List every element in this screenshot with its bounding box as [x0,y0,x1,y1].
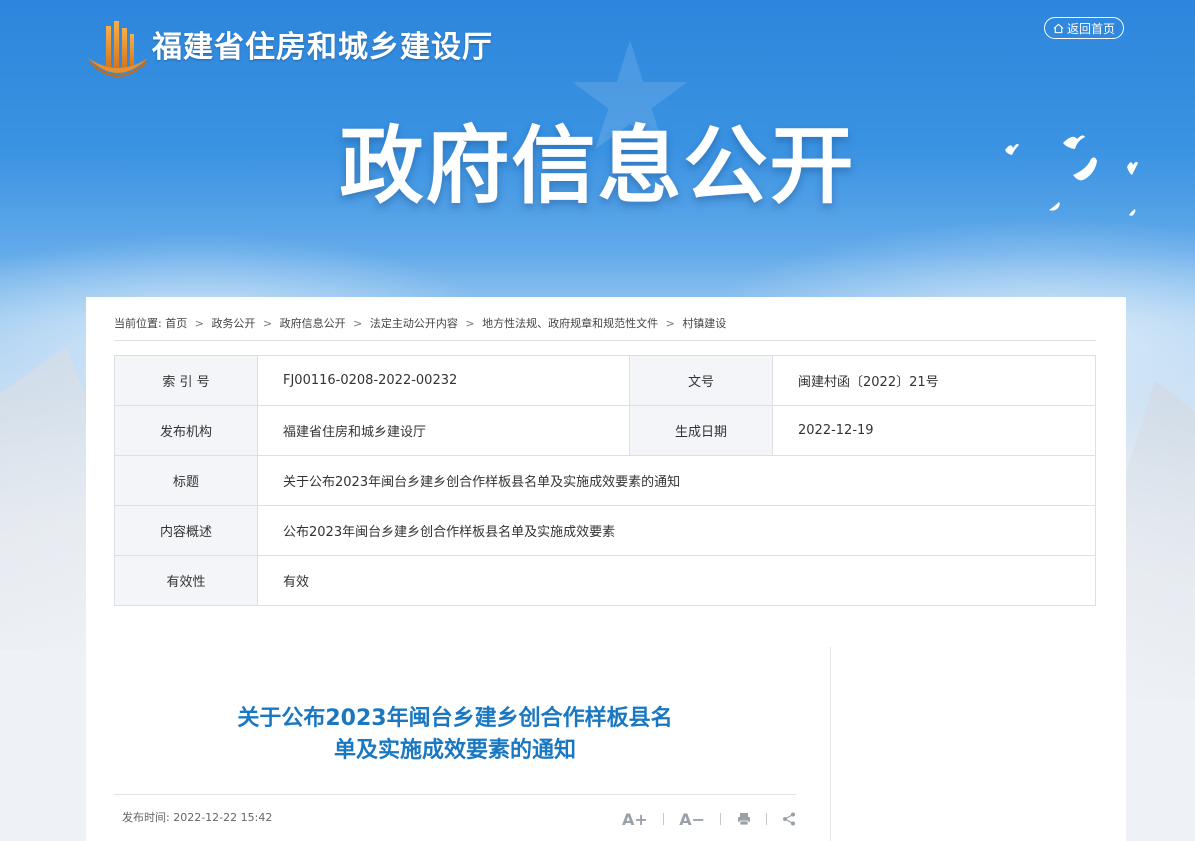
date-value: 2022-12-19 [772,405,1096,456]
doves-decoration-icon [1005,135,1138,216]
index-value: FJ00116-0208-2022-00232 [257,355,630,406]
font-increase-button[interactable]: A+ [622,810,648,829]
tool-separator [765,813,767,825]
breadcrumb-gov-affairs[interactable]: 政务公开 [211,317,255,330]
breadcrumb-separator: > [262,317,273,330]
doc-number-value: 闽建村函〔2022〕21号 [772,355,1096,406]
validity-label: 有效性 [114,555,258,606]
publish-time-label: 发布时间: [122,811,170,824]
breadcrumb-separator: > [665,317,675,330]
breadcrumb-gov-info[interactable]: 政府信息公开 [280,317,346,330]
document-info-table: 索 引 号 FJ00116-0208-2022-00232 文号 闽建村函〔20… [114,355,1096,606]
info-row-validity: 有效性 有效 [114,555,1096,606]
content-card: 当前位置: 首页 > 政务公开 > 政府信息公开 > 法定主动公开内容 > 地方… [86,297,1126,841]
tool-separator [720,813,722,825]
breadcrumb-separator: > [353,317,363,330]
article-title-line1: 关于公布2023年闽台乡建乡创合作样板县名 [237,706,673,731]
info-row-summary: 内容概述 公布2023年闽台乡建乡创合作样板县名单及实施成效要素 [114,505,1096,556]
info-row-index: 索 引 号 FJ00116-0208-2022-00232 文号 闽建村函〔20… [114,355,1096,406]
home-button-label: 返回首页 [1066,21,1115,36]
breadcrumb-separator: > [465,317,475,330]
breadcrumb-separator: > [194,317,204,330]
info-row-title: 标题 关于公布2023年闽台乡建乡创合作样板县名单及实施成效要素的通知 [114,455,1096,506]
publish-time: 发布时间: 2022-12-22 15:42 [122,809,272,825]
site-name: 福建省住房和城乡建设厅 [152,30,493,65]
doc-number-label: 文号 [629,355,773,406]
share-icon [783,812,795,826]
publisher-label: 发布机构 [114,405,258,456]
share-button[interactable] [782,812,796,826]
info-row-publisher: 发布机构 福建省住房和城乡建设厅 生成日期 2022-12-19 [114,405,1096,456]
title-label: 标题 [114,455,258,506]
validity-value: 有效 [257,555,1096,606]
index-label: 索 引 号 [114,355,258,406]
article-divider [114,794,796,795]
print-icon [737,813,750,826]
summary-value: 公布2023年闽台乡建乡创合作样板县名单及实施成效要素 [257,505,1096,556]
site-logo-icon[interactable] [86,18,150,82]
breadcrumb-home[interactable]: 首页 [165,317,187,330]
breadcrumb-prefix: 当前位置: [114,317,162,330]
article-tools: A+ A− [622,807,796,831]
publish-time-value: 2022-12-22 15:42 [173,811,273,824]
article-area: 关于公布2023年闽台乡建乡创合作样板县名 单及实施成效要素的通知 发布时间: … [114,647,831,841]
article-title-line2: 单及实施成效要素的通知 [333,738,576,763]
home-icon [1053,23,1064,33]
breadcrumb-village-construction[interactable]: 村镇建设 [682,317,726,330]
breadcrumb: 当前位置: 首页 > 政务公开 > 政府信息公开 > 法定主动公开内容 > 地方… [114,315,1096,341]
title-value: 关于公布2023年闽台乡建乡创合作样板县名单及实施成效要素的通知 [257,455,1096,506]
date-label: 生成日期 [629,405,773,456]
article-title: 关于公布2023年闽台乡建乡创合作样板县名 单及实施成效要素的通知 [114,703,796,767]
breadcrumb-regulations[interactable]: 地方性法规、政府规章和规范性文件 [482,317,658,330]
font-decrease-button[interactable]: A− [679,810,705,829]
print-button[interactable] [737,812,751,826]
home-button[interactable]: 返回首页 [1044,17,1124,39]
tool-separator [663,813,665,825]
publisher-value: 福建省住房和城乡建设厅 [257,405,630,456]
summary-label: 内容概述 [114,505,258,556]
breadcrumb-statutory[interactable]: 法定主动公开内容 [370,317,458,330]
